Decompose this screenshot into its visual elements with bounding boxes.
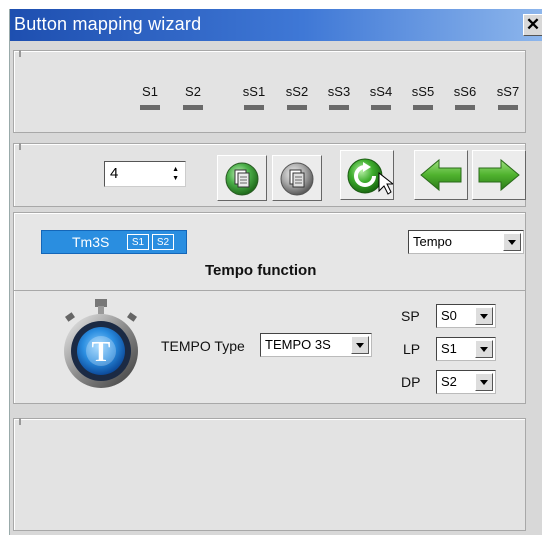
signal-led [287, 105, 307, 110]
signal-led [244, 105, 264, 110]
copy-icon [225, 162, 259, 196]
function-title: Tempo function [205, 262, 317, 279]
info-panel [13, 418, 526, 531]
refresh-icon [347, 158, 395, 195]
signal-panel [13, 50, 526, 133]
signal-led [371, 105, 391, 110]
chevron-down-icon[interactable] [475, 373, 493, 391]
copy-button[interactable] [217, 155, 267, 201]
param-label: LP [403, 341, 421, 357]
signal-label: sS4 [369, 84, 393, 99]
refresh-button[interactable] [340, 150, 395, 200]
signal-led [413, 105, 433, 110]
paste-button[interactable] [272, 155, 322, 201]
tempo-type-label: TEMPO Type [161, 338, 245, 354]
signal-label: sS3 [327, 84, 351, 99]
signal-label: sS2 [285, 84, 309, 99]
close-button[interactable]: ✕ [523, 14, 542, 36]
function-divider [13, 290, 526, 291]
tempo-type-value: TEMPO 3S [265, 337, 331, 352]
function-bar[interactable]: Tm3S S1 S2 [41, 230, 187, 254]
arrow-right-icon [478, 158, 520, 192]
param-label: DP [401, 374, 421, 390]
dp-select[interactable]: S2 [436, 370, 496, 394]
signal-led [140, 105, 160, 110]
signal-label: sS5 [411, 84, 435, 99]
paste-icon [280, 162, 314, 196]
signal-led [183, 105, 203, 110]
stopwatch-icon: T [64, 299, 138, 388]
chevron-down-icon[interactable] [475, 307, 493, 325]
function-bar-label: Tm3S [72, 234, 110, 250]
signal-led [498, 105, 518, 110]
signal-led [455, 105, 475, 110]
function-select-value: Tempo [413, 234, 453, 249]
signal-label: S2 [185, 84, 201, 99]
number-spinner[interactable]: 4 ▲ ▼ [104, 161, 186, 187]
function-tag: S1 [127, 234, 149, 250]
chevron-down-icon[interactable] [475, 340, 493, 358]
chevron-down-icon[interactable] [351, 336, 369, 354]
param-value: S1 [441, 341, 457, 356]
function-select[interactable]: Tempo [408, 230, 524, 254]
previous-button[interactable] [414, 150, 468, 200]
title-bar: Button mapping wizard ✕ [10, 9, 542, 41]
spin-up-icon[interactable]: ▲ [172, 166, 179, 173]
spin-down-icon[interactable]: ▼ [172, 175, 179, 182]
tempo-type-select[interactable]: TEMPO 3S [260, 333, 372, 357]
next-button[interactable] [472, 150, 526, 200]
param-value: S2 [441, 374, 457, 389]
window-title: Button mapping wizard [14, 14, 202, 34]
lp-select[interactable]: S1 [436, 337, 496, 361]
signal-label: sS1 [242, 84, 266, 99]
signal-led [329, 105, 349, 110]
arrow-left-icon [420, 158, 462, 192]
spinner-value: 4 [110, 165, 119, 182]
chevron-down-icon[interactable] [503, 233, 521, 251]
param-value: S0 [441, 308, 457, 323]
sp-select[interactable]: S0 [436, 304, 496, 328]
signal-label: sS6 [453, 84, 477, 99]
svg-text:T: T [92, 337, 111, 368]
signal-label: sS7 [496, 84, 520, 99]
param-label: SP [401, 308, 420, 324]
function-tag: S2 [152, 234, 174, 250]
signal-label: S1 [142, 84, 158, 99]
